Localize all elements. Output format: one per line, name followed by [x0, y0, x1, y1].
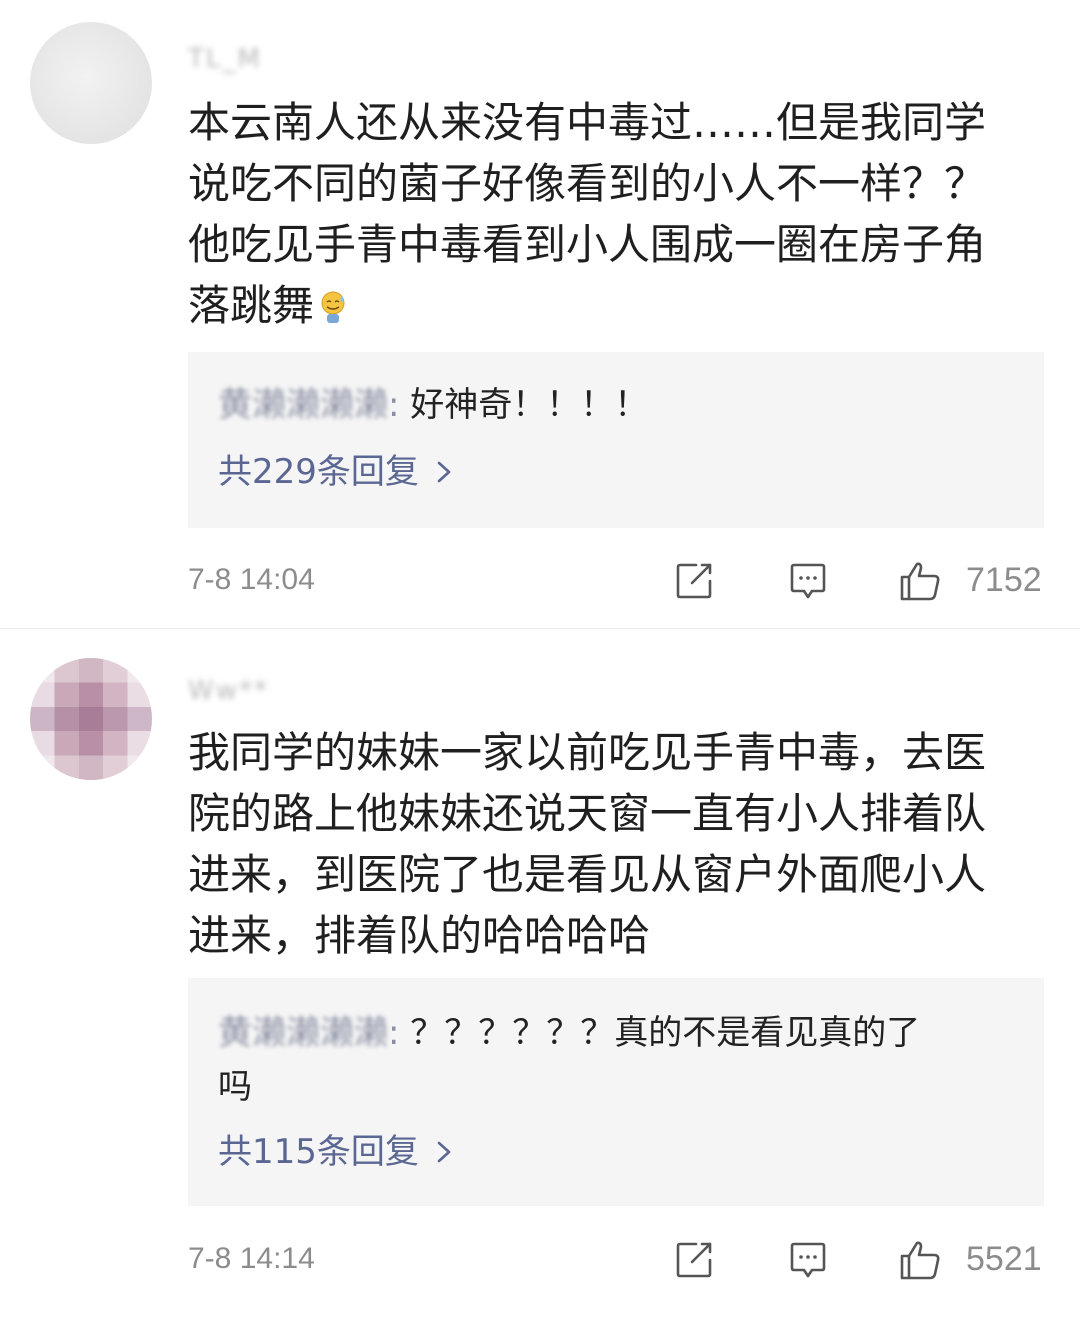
- comment-username[interactable]: Ww**: [188, 678, 269, 704]
- reply-author[interactable]: 黄濑濑濑濑: [218, 385, 388, 425]
- reply-text: ？？？？？？真的不是看见真的了: [410, 1013, 921, 1053]
- comment-icon[interactable]: [786, 1238, 830, 1282]
- reply-preview-box[interactable]: 黄濑濑濑濑: ？？？？？？真的不是看见真的了 吗 共115条回复: [188, 978, 1044, 1206]
- comment-icon[interactable]: [786, 559, 830, 603]
- reply-count-label: 共229条回复: [218, 452, 419, 492]
- comment-item: Ww** 我同学的妹妹一家以前吃见手青中毒，去医 院的路上他妹妹还说天窗一直有小…: [0, 630, 1080, 1320]
- comment-line: 说吃不同的菌子好像看到的小人不一样？？: [188, 159, 987, 208]
- reply-text: 好神奇！！！！: [410, 385, 649, 425]
- reply-preview-box[interactable]: 黄濑濑濑濑: 好神奇！！！！ 共229条回复: [188, 352, 1044, 528]
- reply-colon: :: [388, 385, 411, 425]
- like-count: 7152: [966, 561, 1042, 599]
- comment-line: 本云南人还从来没有中毒过……但是我同学: [188, 98, 987, 147]
- comment-item: TL_M 本云南人还从来没有中毒过……但是我同学 说吃不同的菌子好像看到的小人不…: [0, 0, 1080, 620]
- comment-username[interactable]: TL_M: [188, 46, 262, 72]
- view-replies-link[interactable]: 共115条回复: [218, 1132, 455, 1172]
- share-icon[interactable]: [672, 1238, 716, 1282]
- comment-line: 进来，排着队的哈哈哈哈: [188, 911, 651, 960]
- chevron-right-icon: [437, 461, 451, 483]
- reply-line: 黄濑濑濑濑: ？？？？？？真的不是看见真的了 吗: [218, 1006, 1018, 1114]
- comment-body: 本云南人还从来没有中毒过……但是我同学 说吃不同的菌子好像看到的小人不一样？？ …: [188, 92, 1048, 336]
- chevron-right-icon: [437, 1141, 451, 1163]
- thumbs-up-icon[interactable]: [898, 1238, 942, 1282]
- sweat-smile-emoji: [321, 291, 345, 323]
- comment-body: 我同学的妹妹一家以前吃见手青中毒，去医 院的路上他妹妹还说天窗一直有小人排着队 …: [188, 722, 1048, 966]
- comment-line: 进来，到医院了也是看见从窗户外面爬小人: [188, 850, 987, 899]
- thumbs-up-icon[interactable]: [898, 559, 942, 603]
- reply-colon: :: [388, 1013, 411, 1053]
- divider: [0, 628, 1080, 629]
- comment-line: 落跳舞: [188, 281, 315, 330]
- reply-line: 黄濑濑濑濑: 好神奇！！！！: [218, 378, 1018, 432]
- share-icon[interactable]: [672, 559, 716, 603]
- comment-meta-row: 7-8 14:14 5521: [0, 1234, 1080, 1284]
- timestamp: 7-8 14:14: [188, 1242, 315, 1275]
- comment-line: 他吃见手青中毒看到小人围成一圈在房子角: [188, 220, 987, 269]
- reply-count-label: 共115条回复: [218, 1132, 419, 1172]
- view-replies-link[interactable]: 共229条回复: [218, 452, 455, 492]
- timestamp: 7-8 14:04: [188, 563, 315, 596]
- comment-line: 院的路上他妹妹还说天窗一直有小人排着队: [188, 789, 987, 838]
- like-count: 5521: [966, 1240, 1042, 1278]
- reply-author[interactable]: 黄濑濑濑濑: [218, 1013, 388, 1053]
- avatar[interactable]: [30, 22, 152, 144]
- comment-line: 我同学的妹妹一家以前吃见手青中毒，去医: [188, 728, 987, 777]
- avatar[interactable]: [30, 658, 152, 780]
- reply-text: 吗: [218, 1067, 252, 1107]
- comment-meta-row: 7-8 14:04 7152: [0, 555, 1080, 605]
